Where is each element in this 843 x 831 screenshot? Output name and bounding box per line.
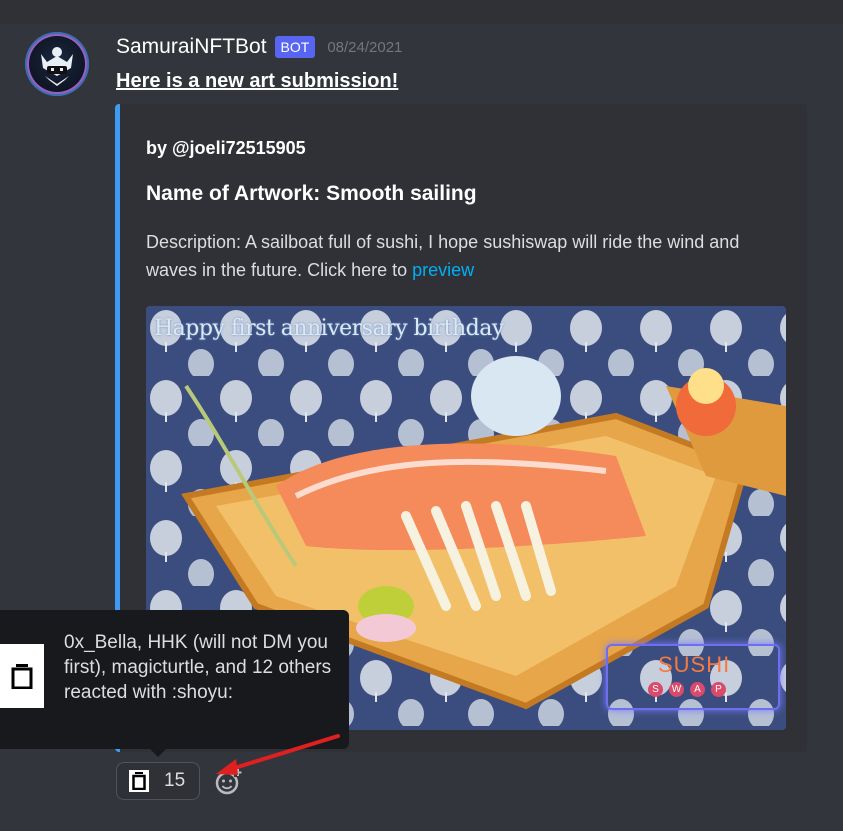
tooltip-text: 0x_Bella, HHK (will not DM you first), m… (64, 632, 332, 703)
reaction-tooltip: 0x_Bella, HHK (will not DM you first), m… (0, 610, 349, 749)
swap-letter: W (669, 682, 684, 697)
tooltip-arrow (150, 749, 166, 757)
artwork-caption: Happy first anniversary birthday (154, 316, 504, 341)
embed-author: by @joeli72515905 (146, 138, 306, 158)
embed-description: Description: A sailboat full of sushi, I… (146, 228, 786, 284)
reaction-count: 15 (164, 770, 186, 791)
shoyu-icon (129, 770, 149, 792)
sushi-logo-word: SUSHI (658, 652, 731, 677)
swap-letters: S W A P (648, 682, 726, 697)
swap-letter: A (690, 682, 705, 697)
swap-letter: P (711, 682, 726, 697)
message-headline[interactable]: Here is a new art submission! (116, 70, 398, 93)
samurai-helmet-icon (41, 47, 73, 86)
reaction-button[interactable]: 15 (116, 762, 200, 800)
sushiswap-logo: SUSHI S W A P (606, 644, 780, 710)
preview-link[interactable]: preview (412, 260, 474, 280)
top-bar (0, 0, 843, 24)
username[interactable]: SamuraiNFTBot (116, 35, 267, 59)
shoyu-icon (0, 644, 44, 708)
timestamp: 08/24/2021 (327, 38, 403, 56)
message-header: SamuraiNFTBot BOT 08/24/2021 (116, 34, 402, 60)
red-arrow-annotation (216, 734, 340, 775)
swap-letter: S (648, 682, 663, 697)
bot-avatar[interactable] (25, 32, 89, 96)
bot-badge: BOT (274, 36, 316, 58)
embed-title: Name of Artwork: Smooth sailing (146, 182, 477, 205)
